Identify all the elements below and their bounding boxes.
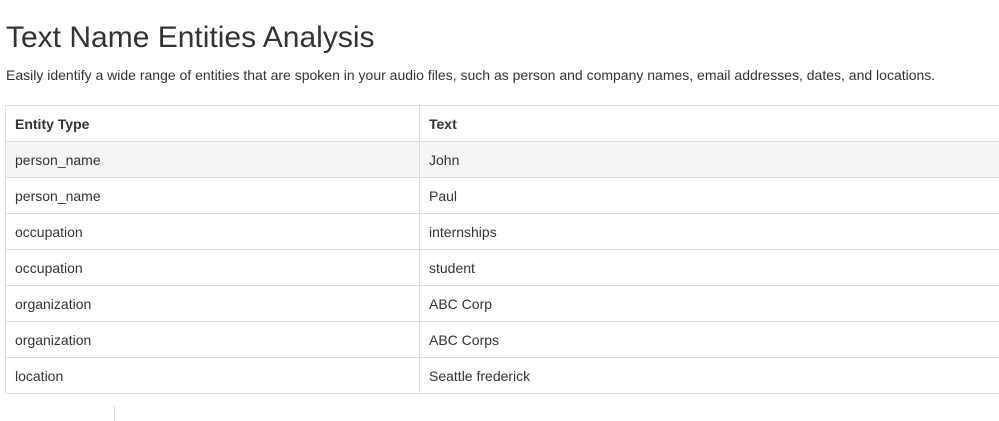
cell-entity-type: organization bbox=[5, 285, 420, 322]
table-row: person_name John bbox=[5, 141, 999, 178]
cell-text: ABC Corps bbox=[419, 321, 999, 358]
table-row: person_name Paul bbox=[5, 177, 999, 214]
cell-text: student bbox=[419, 249, 999, 286]
header-row: Entity Type Text bbox=[5, 105, 999, 142]
cell-entity-type: organization bbox=[5, 321, 420, 358]
table-header: Entity Type Text bbox=[5, 105, 999, 142]
cell-entity-type: person_name bbox=[5, 141, 420, 178]
cell-text: Paul bbox=[419, 177, 999, 214]
cell-text: Seattle frederick bbox=[419, 357, 999, 394]
cell-text: internships bbox=[419, 213, 999, 250]
table-row: organization ABC Corp bbox=[5, 285, 999, 322]
table-row: occupation internships bbox=[5, 213, 999, 250]
entities-table: Entity Type Text person_name John person… bbox=[5, 105, 999, 394]
table-body: person_name John person_name Paul occupa… bbox=[5, 141, 999, 394]
table-row: organization ABC Corps bbox=[5, 321, 999, 358]
table-row: location Seattle frederick bbox=[5, 357, 999, 394]
divider bbox=[114, 406, 115, 421]
cell-entity-type: occupation bbox=[5, 213, 420, 250]
cell-entity-type: person_name bbox=[5, 177, 420, 214]
page-description: Easily identify a wide range of entities… bbox=[6, 67, 936, 83]
table-row: occupation student bbox=[5, 249, 999, 286]
cell-text: John bbox=[419, 141, 999, 178]
page-title: Text Name Entities Analysis bbox=[6, 21, 375, 54]
column-header-entity-type: Entity Type bbox=[5, 105, 420, 142]
column-header-text: Text bbox=[419, 105, 999, 142]
cell-text: ABC Corp bbox=[419, 285, 999, 322]
cell-entity-type: occupation bbox=[5, 249, 420, 286]
cell-entity-type: location bbox=[5, 357, 420, 394]
